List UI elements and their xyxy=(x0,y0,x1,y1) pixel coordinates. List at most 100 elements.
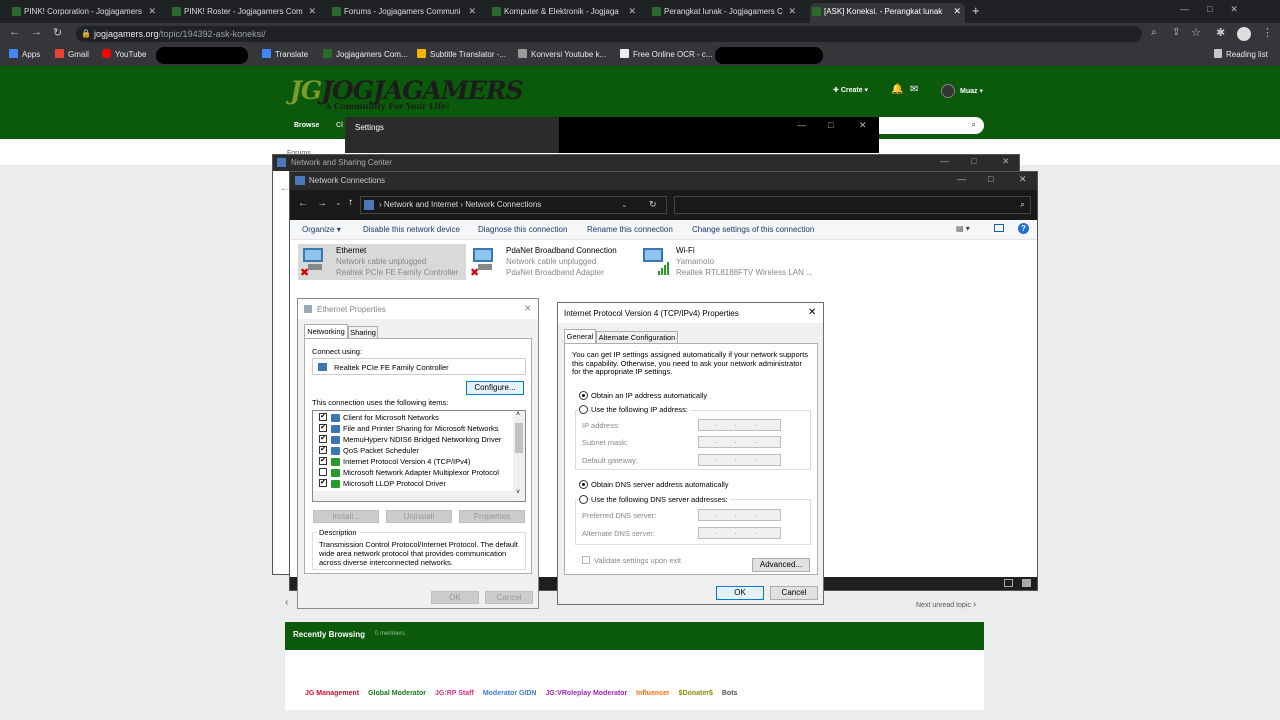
browser-tab[interactable]: Komputer & Elektronik - Jogjaga ✕ xyxy=(490,3,640,23)
preferred-dns-field[interactable]: . . . xyxy=(698,509,781,521)
close-icon[interactable]: ✕ xyxy=(1002,156,1010,167)
configure-button[interactable]: Configure... xyxy=(466,381,524,395)
bookmark-youtube[interactable]: YouTube xyxy=(102,49,146,61)
obtain-ip-radio[interactable] xyxy=(579,391,588,400)
details-view-icon[interactable] xyxy=(1004,579,1013,587)
site-logo[interactable]: JGJOGJAGAMERS A Community For Your Life! xyxy=(290,76,524,111)
alternate-dns-field[interactable]: . . . xyxy=(698,527,781,539)
forward-arrow-icon[interactable]: → xyxy=(317,198,327,209)
tab-networking[interactable]: Networking xyxy=(304,324,348,338)
back-arrow-icon[interactable]: ← xyxy=(298,198,308,209)
browser-tab[interactable]: Forums - Jogjagamers Communi ✕ xyxy=(330,3,480,23)
close-icon[interactable]: ✕ xyxy=(859,120,867,131)
component-checkbox[interactable]: ✔ xyxy=(319,435,327,443)
scroll-down-icon[interactable]: ˅ xyxy=(516,489,520,496)
vertical-scrollbar[interactable]: ˄ ˅ xyxy=(513,411,525,501)
tab-general[interactable]: General xyxy=(564,329,596,343)
profile-avatar[interactable] xyxy=(1237,27,1251,41)
next-unread-link[interactable]: Next unread topic › xyxy=(916,599,976,610)
browser-tab[interactable]: PINK! Corporation - Jogjagamers ✕ xyxy=(10,3,160,23)
connection-pdanet[interactable]: ✖ PdaNet Broadband Connection Network ca… xyxy=(468,244,628,280)
close-tab-icon[interactable]: ✕ xyxy=(468,3,476,20)
breadcrumb-item[interactable]: Network and Internet xyxy=(384,200,458,209)
ok-button[interactable]: OK xyxy=(716,586,764,600)
obtain-dns-radio[interactable] xyxy=(579,480,588,489)
bookmark-translate[interactable]: Translate xyxy=(262,49,308,61)
diagnose-button[interactable]: Diagnose this connection xyxy=(478,225,567,234)
disable-device-button[interactable]: Disable this network device xyxy=(363,225,460,234)
view-options-icon[interactable]: ▤ ▾ xyxy=(956,224,970,233)
chevron-down-icon[interactable]: ⌄ xyxy=(335,198,342,207)
browser-tab-active[interactable]: [ASK] Koneksi. - Perangkat lunak ✕ xyxy=(810,3,965,23)
bookmark-konversi[interactable]: Konversi Youtube k... xyxy=(518,49,606,61)
close-icon[interactable]: ✕ xyxy=(524,303,532,314)
bookmark-jogjagamers[interactable]: Jogjagamers Com... xyxy=(323,49,408,61)
close-tab-icon[interactable]: ✕ xyxy=(788,3,796,20)
maximize-icon[interactable]: □ xyxy=(828,120,833,130)
change-settings-button[interactable]: Change settings of this connection xyxy=(692,225,814,234)
cancel-button[interactable]: Cancel xyxy=(485,591,533,604)
site-search-input[interactable]: ⌕ xyxy=(862,117,984,134)
bookmark-apps[interactable]: Apps xyxy=(9,49,40,61)
prev-arrow-icon[interactable]: ‹ xyxy=(285,597,288,608)
reading-list-button[interactable]: Reading list xyxy=(1214,49,1268,61)
extensions-icon[interactable]: ✱ xyxy=(1216,26,1225,39)
organize-menu[interactable]: Organize ▾ xyxy=(302,225,341,234)
cancel-button[interactable]: Cancel xyxy=(770,586,818,600)
tab-sharing[interactable]: Sharing xyxy=(348,326,378,338)
forward-arrow-icon[interactable]: → xyxy=(31,26,42,38)
browser-tab[interactable]: Perangkat lunak - Jogjagamers C ✕ xyxy=(650,3,800,23)
url-input[interactable]: 🔒 jogjagamers.org/topic/194392-ask-konek… xyxy=(76,26,1142,42)
refresh-icon[interactable]: ↻ xyxy=(649,199,657,210)
preview-pane-icon[interactable] xyxy=(994,224,1004,232)
menu-icon[interactable]: ⋮ xyxy=(1262,26,1273,39)
close-icon[interactable]: ✕ xyxy=(1019,174,1027,185)
bookmark-subtitle-translator[interactable]: Subtitle Translator -... xyxy=(417,49,506,61)
share-icon[interactable]: ⇪ xyxy=(1172,27,1180,38)
component-checkbox[interactable]: ✔ xyxy=(319,424,327,432)
help-icon[interactable]: ? xyxy=(1018,223,1029,234)
minimize-icon[interactable]: — xyxy=(797,120,806,130)
uninstall-button[interactable]: Uninstall xyxy=(386,510,452,523)
nav-cl[interactable]: Cl xyxy=(336,122,343,129)
component-checkbox[interactable]: ✔ xyxy=(319,457,327,465)
tab-alternate-configuration[interactable]: Alternate Configuration xyxy=(596,331,678,343)
use-dns-radio[interactable] xyxy=(579,495,588,504)
close-tab-icon[interactable]: ✕ xyxy=(308,3,316,20)
chevron-down-icon[interactable]: ⌄ xyxy=(621,200,628,209)
horizontal-scrollbar[interactable] xyxy=(313,491,513,501)
close-tab-icon[interactable]: ✕ xyxy=(953,3,961,20)
maximize-icon[interactable]: □ xyxy=(971,156,976,166)
connection-ethernet[interactable]: ✖ Ethernet Network cable unplugged Realt… xyxy=(298,244,466,280)
install-button[interactable]: Install... xyxy=(313,510,379,523)
maximize-icon[interactable]: □ xyxy=(988,174,993,184)
component-checkbox[interactable]: ✔ xyxy=(319,446,327,454)
bell-icon[interactable]: 🔔 xyxy=(891,84,903,95)
connection-wifi[interactable]: Wi-Fi Yamamoto Realtek RTL8188FTV Wirele… xyxy=(638,244,813,280)
subnet-mask-field[interactable]: . . . xyxy=(698,436,781,448)
reload-icon[interactable]: ↻ xyxy=(53,26,62,39)
default-gateway-field[interactable]: . . . xyxy=(698,454,781,466)
new-tab-button[interactable]: + xyxy=(972,3,980,18)
breadcrumb-item[interactable]: Network Connections xyxy=(465,200,541,209)
nc-breadcrumb-bar[interactable]: › Network and Internet › Network Connect… xyxy=(360,196,667,214)
browser-tab[interactable]: PINK! Roster - Jogjagamers Com ✕ xyxy=(170,3,320,23)
star-icon[interactable]: ☆ xyxy=(1191,26,1201,39)
mail-icon[interactable]: ✉ xyxy=(910,84,918,95)
use-ip-radio[interactable] xyxy=(579,405,588,414)
close-tab-icon[interactable]: ✕ xyxy=(148,3,156,20)
component-checkbox[interactable]: ✔ xyxy=(319,479,327,487)
nav-browse[interactable]: Browse xyxy=(294,122,319,129)
close-icon[interactable]: ✕ xyxy=(808,307,816,318)
bookmark-ocr[interactable]: Free Online OCR - c... xyxy=(620,49,713,61)
nc-search-input[interactable]: ⌕ xyxy=(674,196,1031,214)
bookmark-gmail[interactable]: Gmail xyxy=(55,49,89,61)
scroll-up-icon[interactable]: ˄ xyxy=(516,411,520,418)
user-menu[interactable]: Muaz ▾ xyxy=(960,87,983,95)
window-controls[interactable]: —□✕ xyxy=(1180,4,1256,15)
zoom-icon[interactable]: ⌕ xyxy=(1151,27,1157,38)
user-avatar[interactable] xyxy=(941,84,955,98)
ip-address-field[interactable]: . . . xyxy=(698,419,781,431)
close-tab-icon[interactable]: ✕ xyxy=(628,3,636,20)
back-arrow-icon[interactable]: ← xyxy=(9,26,20,38)
